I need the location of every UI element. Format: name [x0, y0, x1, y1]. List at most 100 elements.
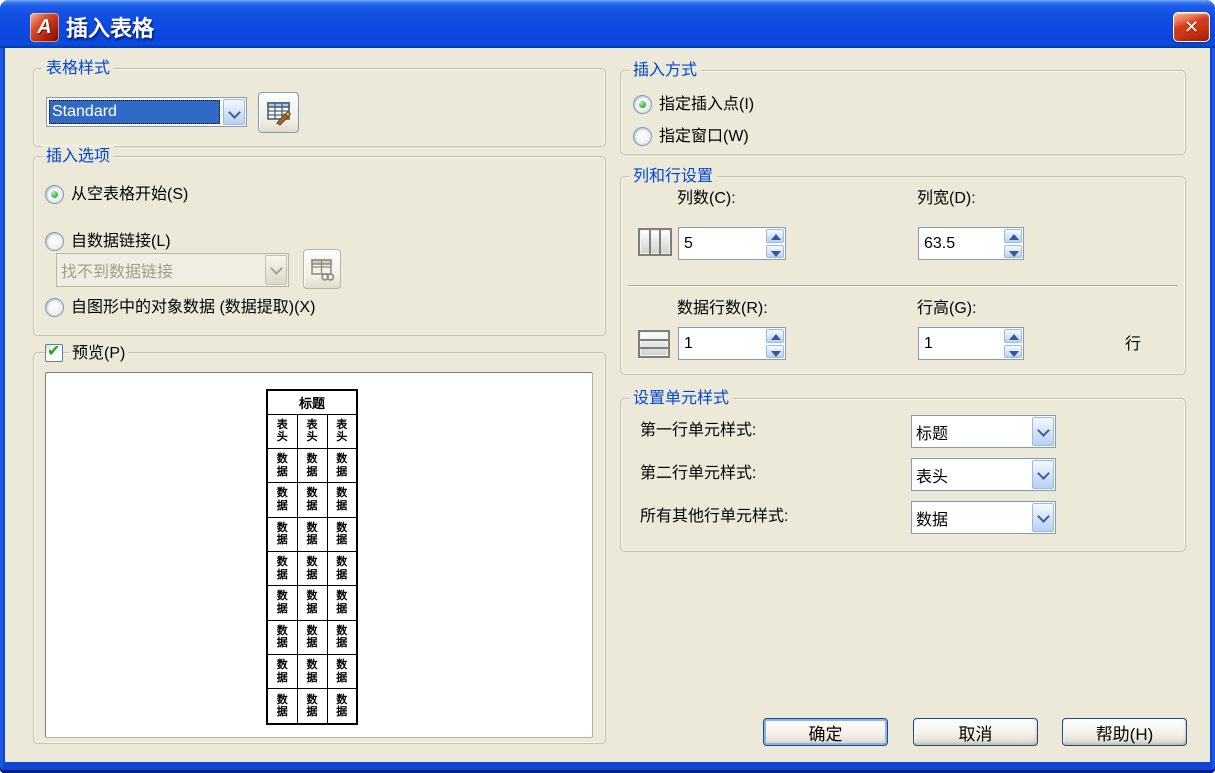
- first-row-style-label: 第一行单元样式:: [640, 422, 757, 439]
- ok-button[interactable]: 确定: [763, 718, 888, 746]
- chevron-down-icon[interactable]: [1032, 503, 1054, 532]
- group-insert-options-label: 插入选项: [42, 146, 115, 167]
- launch-data-link-manager-button: [303, 249, 341, 289]
- preview-table-row: 数据 数据 数据: [266, 482, 358, 518]
- preview-data-cell: 数据: [326, 516, 358, 552]
- preview-checkbox-label[interactable]: 预览(P): [69, 343, 129, 364]
- radio-from-data-link[interactable]: [45, 232, 64, 251]
- preview-table-row: 数据 数据 数据: [266, 516, 358, 552]
- spinner-up-icon[interactable]: [1004, 329, 1022, 343]
- group-column-row-settings-label: 列和行设置: [629, 166, 718, 187]
- preview-data-cell: 数据: [266, 654, 298, 690]
- data-link-combobox-value: 找不到数据链接: [61, 264, 174, 281]
- other-rows-style-combobox[interactable]: 数据: [911, 501, 1056, 534]
- preview-data-cell: 数据: [296, 447, 328, 484]
- column-count-field[interactable]: [678, 227, 786, 260]
- divider: [628, 285, 1178, 287]
- preview-data-cell: 数据: [296, 585, 328, 621]
- other-rows-style-value: 数据: [916, 511, 949, 529]
- row-height-label: 行高(G):: [917, 300, 977, 317]
- preview-data-cell: 数据: [326, 654, 358, 690]
- spinner-down-icon[interactable]: [766, 244, 784, 258]
- preview-data-cell: 数据: [326, 550, 358, 587]
- insert-table-dialog: A 插入表格 ✕ 表格样式 Standard 插入选项 从空表格开始(S) 自数…: [0, 0, 1215, 773]
- preview-data-cell: 数据: [296, 688, 328, 725]
- radio-specify-window-label[interactable]: 指定窗口(W): [659, 126, 749, 147]
- preview-data-cell: 数据: [296, 516, 328, 552]
- close-button[interactable]: ✕: [1173, 12, 1210, 42]
- titlebar[interactable]: A 插入表格 ✕: [0, 0, 1215, 48]
- column-width-field[interactable]: [918, 227, 1024, 260]
- radio-specify-window[interactable]: [633, 127, 652, 146]
- preview-header-cell: 表头: [296, 413, 328, 449]
- row-height-input[interactable]: [919, 328, 1003, 359]
- preview-data-cell: 数据: [326, 619, 358, 656]
- autocad-logo-icon: A: [30, 13, 59, 42]
- radio-from-object-data[interactable]: [45, 298, 64, 317]
- preview-table-row: 数据 数据 数据: [266, 654, 358, 690]
- preview-data-cell: 数据: [326, 447, 358, 484]
- data-rows-input[interactable]: [679, 328, 765, 359]
- preview-data-cell: 数据: [326, 688, 358, 725]
- data-link-icon: [310, 258, 334, 281]
- preview-data-cell: 数据: [296, 482, 328, 518]
- spinner-down-icon[interactable]: [1004, 244, 1022, 258]
- preview-table-row: 标题: [266, 389, 358, 415]
- dialog-title: 插入表格: [66, 16, 155, 41]
- preview-data-cell: 数据: [266, 447, 298, 484]
- row-height-spinner[interactable]: [1003, 328, 1023, 359]
- column-count-spinner[interactable]: [765, 228, 785, 259]
- preview-table-row: 数据 数据 数据: [266, 619, 358, 656]
- group-insert-mode-label: 插入方式: [629, 60, 702, 81]
- table-style-combobox[interactable]: Standard: [46, 97, 247, 127]
- column-width-spinner[interactable]: [1003, 228, 1023, 259]
- column-width-input[interactable]: [919, 228, 1003, 259]
- radio-start-empty-table[interactable]: [45, 185, 64, 204]
- column-width-label: 列宽(D):: [917, 190, 976, 207]
- preview-table-row: 数据 数据 数据: [266, 585, 358, 621]
- launch-table-style-dialog-button[interactable]: [258, 92, 299, 133]
- dialog-body: 表格样式 Standard 插入选项 从空表格开始(S) 自数据链接(L) 找不…: [5, 48, 1210, 762]
- spinner-up-icon[interactable]: [1004, 229, 1022, 243]
- columns-icon: [638, 228, 672, 256]
- close-icon: ✕: [1183, 16, 1200, 37]
- preview-data-cell: 数据: [296, 654, 328, 690]
- chevron-down-icon[interactable]: [223, 99, 245, 125]
- data-rows-spinner[interactable]: [765, 328, 785, 359]
- spinner-down-icon[interactable]: [766, 344, 784, 358]
- spinner-up-icon[interactable]: [766, 229, 784, 243]
- preview-data-cell: 数据: [326, 585, 358, 621]
- chevron-down-icon[interactable]: [1032, 460, 1054, 489]
- cancel-button[interactable]: 取消: [913, 718, 1038, 746]
- preview-data-cell: 数据: [266, 550, 298, 587]
- group-table-style-label: 表格样式: [42, 58, 115, 79]
- table-style-value: Standard: [49, 100, 220, 124]
- radio-from-data-link-label[interactable]: 自数据链接(L): [71, 231, 171, 252]
- spinner-down-icon[interactable]: [1004, 344, 1022, 358]
- preview-data-cell: 数据: [266, 619, 298, 656]
- preview-table: 标题 表头 表头 表头 数据 数据 数据 数据 数据 数据 数据 数据 数据 数据 数据 数据 数据 数据 数据 数据…: [266, 389, 358, 725]
- preview-table-row: 表头 表头 表头: [266, 413, 358, 449]
- preview-data-cell: 数据: [296, 619, 328, 656]
- table-style-edit-icon: [266, 101, 291, 126]
- first-row-style-combobox[interactable]: 标题: [911, 415, 1056, 448]
- data-rows-label: 数据行数(R):: [677, 300, 768, 317]
- preview-table-row: 数据 数据 数据: [266, 688, 358, 725]
- help-button[interactable]: 帮助(H): [1062, 718, 1187, 746]
- chevron-down-icon: [265, 255, 287, 285]
- preview-checkbox[interactable]: ✔: [45, 343, 63, 362]
- preview-data-cell: 数据: [266, 516, 298, 552]
- radio-from-object-data-label[interactable]: 自图形中的对象数据 (数据提取)(X): [71, 297, 315, 318]
- row-height-field[interactable]: [918, 327, 1024, 360]
- data-rows-field[interactable]: [678, 327, 786, 360]
- checkmark-icon: ✔: [47, 343, 61, 360]
- first-row-style-value: 标题: [916, 425, 949, 443]
- spinner-up-icon[interactable]: [766, 329, 784, 343]
- chevron-down-icon[interactable]: [1032, 417, 1054, 446]
- radio-start-empty-table-label[interactable]: 从空表格开始(S): [71, 184, 188, 205]
- radio-specify-insertion-point[interactable]: [633, 95, 652, 114]
- radio-specify-insertion-point-label[interactable]: 指定插入点(I): [659, 94, 754, 115]
- column-count-input[interactable]: [679, 228, 765, 259]
- data-link-combobox: 找不到数据链接: [56, 253, 289, 287]
- second-row-style-combobox[interactable]: 表头: [911, 458, 1056, 491]
